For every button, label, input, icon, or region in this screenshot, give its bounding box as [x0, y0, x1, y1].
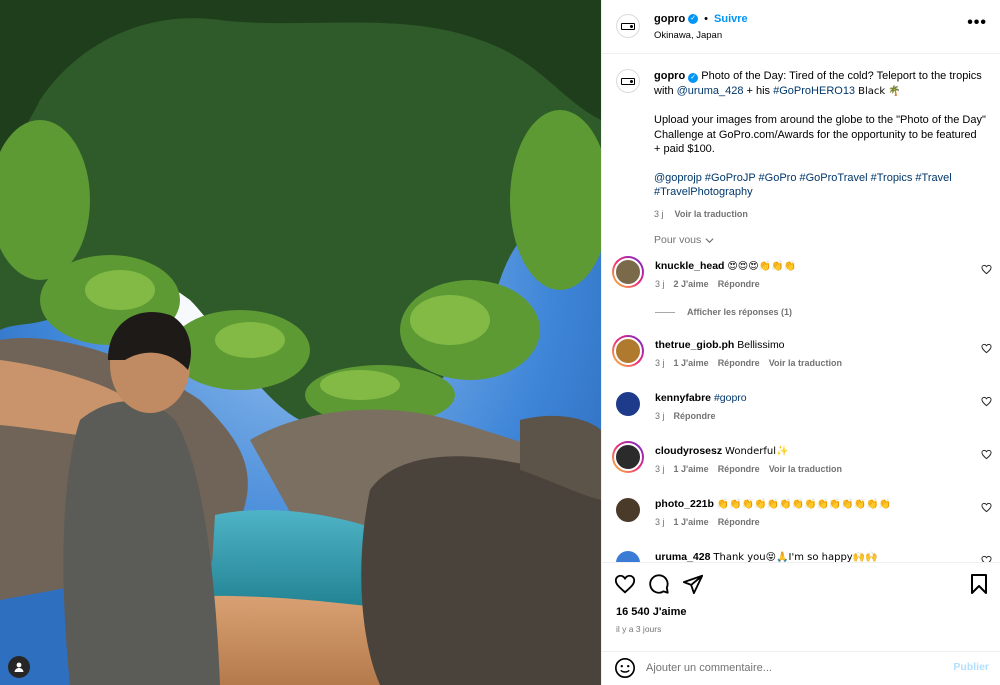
comments-scroll-area[interactable]: gopro ✓ Photo of the Day: Tired of the c… [602, 55, 1000, 562]
comment-text[interactable]: #gopro [714, 392, 747, 404]
heart-icon[interactable] [981, 396, 992, 407]
caption-mention[interactable]: @uruma_428 [677, 85, 744, 97]
heart-icon[interactable] [614, 573, 636, 595]
post-caption: gopro ✓ Photo of the Day: Tired of the c… [616, 69, 986, 221]
heart-icon[interactable] [981, 449, 992, 460]
post-header: gopro ✓ • Suivre Okinawa, Japan ••• [602, 0, 1000, 54]
comment-time[interactable]: 3 j [655, 411, 665, 421]
post-date[interactable]: il y a 3 jours [616, 624, 661, 634]
comment-likes[interactable]: 1 J'aime [674, 358, 709, 368]
caption-text-end: Black 🌴 [858, 85, 901, 97]
account-name[interactable]: gopro [654, 13, 685, 25]
account-avatar[interactable] [616, 14, 640, 38]
post-location[interactable]: Okinawa, Japan [654, 30, 722, 41]
post-photo[interactable] [0, 0, 601, 685]
separator-dot: • [704, 13, 709, 25]
caption-hashtag[interactable]: #GoProHERO13 [773, 85, 855, 97]
comment-user[interactable]: knuckle_head [655, 260, 724, 272]
more-options-icon[interactable]: ••• [967, 15, 987, 31]
share-icon[interactable] [682, 573, 704, 595]
user-tag-icon[interactable] [8, 656, 30, 678]
comment-text: 👏👏👏👏👏👏👏👏👏👏👏👏👏👏 [716, 499, 892, 510]
caption-user[interactable]: gopro [654, 70, 685, 82]
see-translation-link[interactable]: Voir la traduction [769, 464, 842, 474]
comment-time[interactable]: 3 j [655, 358, 665, 368]
comment-sort-dropdown[interactable]: Pour vous [654, 234, 714, 246]
post-side-panel: gopro ✓ • Suivre Okinawa, Japan ••• gopr… [601, 0, 1000, 685]
comment-avatar[interactable] [612, 547, 644, 562]
replies-divider [655, 311, 675, 313]
comment-avatar[interactable] [612, 256, 644, 288]
reply-button[interactable]: Répondre [718, 358, 760, 368]
reply-button[interactable]: Répondre [674, 411, 716, 421]
caption-text-mid: + his [746, 84, 771, 97]
emoji-icon[interactable] [614, 657, 636, 679]
caption-paragraph: Upload your images from around the globe… [654, 114, 986, 155]
caption-time[interactable]: 3 j [654, 207, 664, 222]
follow-button[interactable]: Suivre [714, 13, 748, 25]
likes-count[interactable]: 16 540 J'aime [616, 606, 687, 618]
verified-icon: ✓ [688, 14, 699, 24]
bookmark-icon[interactable] [969, 573, 989, 595]
heart-icon[interactable] [981, 264, 992, 275]
comment-user[interactable]: kennyfabre [655, 392, 711, 404]
comment-user[interactable]: cloudyrosesz [655, 445, 722, 457]
reply-button[interactable]: Répondre [718, 279, 760, 289]
comment-user[interactable]: uruma_428 [655, 551, 710, 562]
comment-time[interactable]: 3 j [655, 279, 665, 289]
comment-text: Wonderful✨ [725, 446, 789, 457]
comment-text: 😍😍😍👏👏👏 [727, 261, 797, 272]
add-comment-bar: Publier [602, 651, 1000, 685]
caption-avatar[interactable] [616, 69, 640, 93]
heart-icon[interactable] [981, 502, 992, 513]
comment-icon[interactable] [648, 573, 670, 595]
photo-image [0, 0, 601, 685]
comment-likes[interactable]: 1 J'aime [674, 464, 709, 474]
comment-text: Bellissimo [737, 339, 785, 351]
comment-avatar[interactable] [612, 441, 644, 473]
comment-user[interactable]: photo_221b [655, 498, 714, 510]
comment-time[interactable]: 3 j [655, 464, 665, 474]
chevron-down-icon [705, 237, 714, 243]
comment-likes[interactable]: 2 J'aime [674, 279, 709, 289]
comment-time[interactable]: 3 j [655, 517, 665, 527]
comment-likes[interactable]: 1 J'aime [674, 517, 709, 527]
verified-icon: ✓ [688, 73, 699, 83]
heart-icon[interactable] [981, 343, 992, 354]
see-translation-link[interactable]: Voir la traduction [769, 358, 842, 368]
post-actions: 16 540 J'aime il y a 3 jours [602, 562, 1000, 652]
view-replies-label: Afficher les réponses (1) [687, 307, 793, 317]
publish-button[interactable]: Publier [953, 661, 989, 673]
sort-label: Pour vous [654, 234, 702, 246]
see-translation-link[interactable]: Voir la traduction [675, 207, 748, 222]
comment-text: Thank you😝🙏I'm so happy🙌🙌 [713, 552, 878, 562]
comment-user[interactable]: thetrue_giob.ph [655, 339, 734, 351]
reply-button[interactable]: Répondre [718, 517, 760, 527]
comment-avatar[interactable] [612, 494, 644, 526]
view-replies-button[interactable]: Afficher les réponses (1) [655, 307, 792, 317]
heart-icon[interactable] [981, 555, 992, 562]
comment-avatar[interactable] [612, 335, 644, 367]
comment-avatar[interactable] [612, 388, 644, 420]
comment-input[interactable] [646, 659, 936, 677]
caption-hashtags[interactable]: @goprojp #GoProJP #GoPro #GoProTravel #T… [654, 171, 986, 200]
reply-button[interactable]: Répondre [718, 464, 760, 474]
